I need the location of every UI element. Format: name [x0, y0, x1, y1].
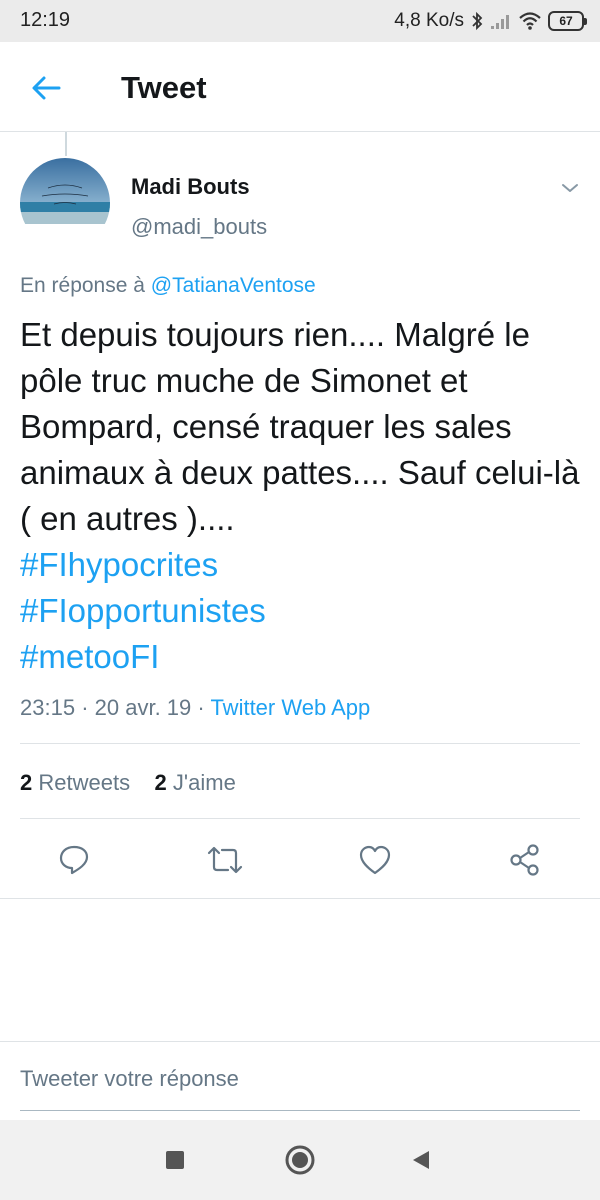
retweets-stat[interactable]: 2 Retweets — [20, 770, 130, 795]
reply-mention-link[interactable]: @TatianaVentose — [151, 274, 316, 297]
like-button[interactable] — [353, 838, 397, 882]
divider — [20, 743, 580, 744]
heart-icon — [359, 845, 391, 875]
tweet-date: 20 avr. 19 — [94, 695, 192, 720]
battery-icon: 67 — [548, 11, 587, 31]
share-icon — [510, 844, 539, 876]
bluetooth-icon — [470, 11, 484, 31]
tweet-body: Et depuis toujours rien.... Malgré le pô… — [20, 312, 586, 680]
avatar[interactable] — [20, 158, 110, 248]
status-time: 12:19 — [20, 9, 71, 31]
more-options-button[interactable] — [558, 176, 582, 200]
arrow-left-icon — [32, 76, 61, 100]
home-button[interactable] — [282, 1142, 318, 1178]
status-icons: 4,8 Ko/s 67 — [394, 8, 587, 34]
network-speed: 4,8 Ko/s — [394, 10, 464, 31]
reply-input-underline — [20, 1110, 580, 1111]
page-title: Tweet — [121, 70, 207, 105]
reply-button[interactable] — [52, 838, 96, 882]
back-button[interactable] — [26, 68, 66, 108]
recents-button[interactable] — [157, 1142, 193, 1178]
hashtag-link[interactable]: #metooFI — [20, 634, 586, 680]
likes-label: J'aime — [172, 770, 236, 795]
author-handle[interactable]: @madi_bouts — [131, 214, 267, 240]
wifi-icon — [518, 11, 542, 31]
author-name[interactable]: Madi Bouts — [131, 174, 250, 200]
divider — [0, 1041, 600, 1042]
meta-separator: · — [81, 695, 89, 720]
triangle-back-icon — [413, 1151, 429, 1169]
retweets-count: 2 — [20, 770, 33, 795]
reply-icon — [59, 845, 89, 875]
square-icon — [166, 1151, 184, 1169]
top-app-bar: Tweet — [0, 42, 600, 132]
tweet-meta: 23:15 · 20 avr. 19 · Twitter Web App — [20, 695, 370, 721]
divider — [0, 898, 600, 899]
signal-icon — [490, 12, 512, 30]
thread-connector — [65, 132, 67, 156]
reply-prefix: En réponse à — [20, 274, 145, 297]
tweet-text: Et depuis toujours rien.... Malgré le pô… — [20, 316, 580, 537]
system-nav-bar — [0, 1120, 600, 1200]
tweet-source-link[interactable]: Twitter Web App — [210, 695, 370, 720]
status-bar: 12:19 4,8 Ko/s 67 — [0, 0, 600, 42]
hashtag-link[interactable]: #FIopportunistes — [20, 588, 586, 634]
share-button[interactable] — [503, 838, 547, 882]
hashtag-link[interactable]: #FIhypocrites — [20, 542, 586, 588]
reply-context: En réponse à @TatianaVentose — [20, 274, 316, 298]
reply-input[interactable]: Tweeter votre réponse — [20, 1066, 239, 1092]
back-nav-button[interactable] — [403, 1142, 439, 1178]
meta-separator: · — [197, 695, 205, 720]
tweet-actions — [0, 838, 600, 882]
divider — [20, 818, 580, 819]
chevron-down-icon — [562, 184, 578, 192]
likes-stat[interactable]: 2 J'aime — [155, 770, 236, 795]
tweet-stats: 2 Retweets 2 J'aime — [20, 770, 236, 796]
tweet-time: 23:15 — [20, 695, 76, 720]
retweet-button[interactable] — [203, 838, 247, 882]
likes-count: 2 — [154, 770, 167, 795]
home-circle-icon — [285, 1145, 315, 1175]
retweets-label: Retweets — [38, 770, 131, 795]
retweet-icon — [207, 846, 243, 874]
